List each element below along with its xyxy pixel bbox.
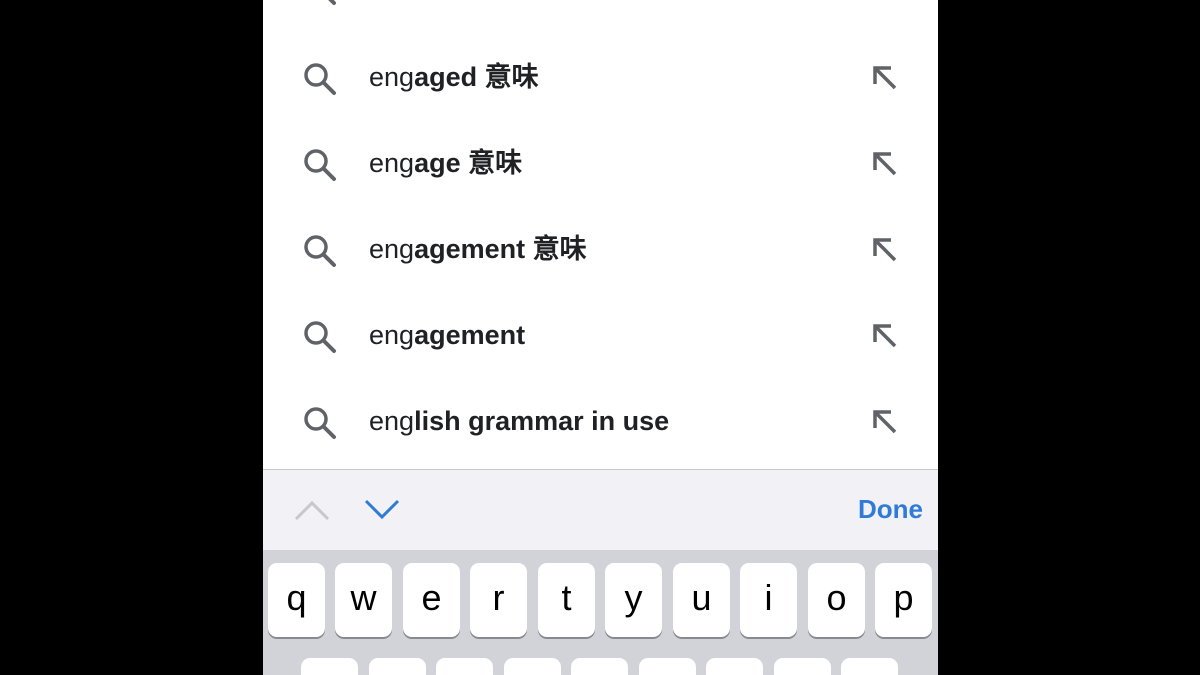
key-q[interactable]: q xyxy=(268,563,325,637)
partial-suggestion-row xyxy=(263,0,938,8)
search-icon xyxy=(303,148,337,182)
key[interactable] xyxy=(639,658,696,675)
suggestion-text: english grammar in use xyxy=(369,404,669,438)
key-r[interactable]: r xyxy=(470,563,527,637)
completion-part: agement 意味 xyxy=(414,234,587,264)
search-icon xyxy=(303,406,337,440)
typed-part: eng xyxy=(369,320,415,350)
search-icon xyxy=(303,62,337,96)
key-u[interactable]: u xyxy=(673,563,730,637)
keyboard-accessory-bar: Done xyxy=(263,470,938,550)
key[interactable] xyxy=(774,658,831,675)
keyboard-row-top: q w e r t y u i o p xyxy=(263,563,938,639)
suggestion-list: engaged 意味 engage 意味 engagement 意味 engag… xyxy=(263,0,938,470)
key-o[interactable]: o xyxy=(808,563,865,637)
typed-part: eng xyxy=(369,148,415,178)
key[interactable] xyxy=(369,658,426,675)
suggestion-row[interactable]: engage 意味 xyxy=(263,120,938,206)
chevron-up-icon xyxy=(293,498,331,522)
typed-part: eng xyxy=(369,406,415,436)
key-t[interactable]: t xyxy=(538,563,595,637)
key[interactable] xyxy=(436,658,493,675)
search-icon xyxy=(303,234,337,268)
suggestion-text: engagement 意味 xyxy=(369,232,587,266)
key[interactable] xyxy=(571,658,628,675)
key-y[interactable]: y xyxy=(605,563,662,637)
keyboard: q w e r t y u i o p xyxy=(263,550,938,675)
key-i[interactable]: i xyxy=(740,563,797,637)
key-w[interactable]: w xyxy=(335,563,392,637)
keyboard-row-middle xyxy=(263,658,938,675)
suggestion-text: engage 意味 xyxy=(369,146,522,180)
search-icon xyxy=(303,320,337,354)
suggestion-text: engagement xyxy=(369,318,525,352)
key-e[interactable]: e xyxy=(403,563,460,637)
suggestion-row[interactable]: engaged 意味 xyxy=(263,34,938,120)
search-icon xyxy=(303,0,337,11)
completion-part: age 意味 xyxy=(414,148,523,178)
suggestion-row[interactable]: engagement 意味 xyxy=(263,206,938,292)
key[interactable] xyxy=(706,658,763,675)
key[interactable] xyxy=(301,658,358,675)
done-button[interactable]: Done xyxy=(823,494,923,525)
key-p[interactable]: p xyxy=(875,563,932,637)
key[interactable] xyxy=(504,658,561,675)
suggestion-row[interactable]: english grammar in use xyxy=(263,378,938,464)
key[interactable] xyxy=(841,658,898,675)
typed-part: eng xyxy=(369,234,415,264)
completion-part: agement xyxy=(414,320,526,350)
suggestion-row[interactable]: engagement xyxy=(263,292,938,378)
chevron-down-icon[interactable] xyxy=(363,498,401,522)
completion-part: aged 意味 xyxy=(414,62,539,92)
typed-part: eng xyxy=(369,62,415,92)
phone-screen: engaged 意味 engage 意味 engagement 意味 engag… xyxy=(263,0,938,675)
arrow-up-left-icon[interactable] xyxy=(869,410,901,472)
completion-part: lish grammar in use xyxy=(414,406,670,436)
suggestion-text: engaged 意味 xyxy=(369,60,539,94)
